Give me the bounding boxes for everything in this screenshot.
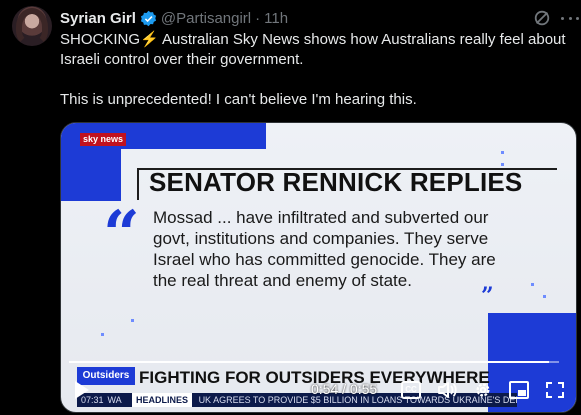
decor-dot (131, 319, 134, 322)
tweet-header: Syrian Girl @Partisangirl · 11h (60, 8, 288, 28)
more-icon[interactable] (561, 9, 579, 27)
decor-dot (501, 163, 504, 166)
tweet-text-line: SHOCKING⚡ Australian Sky News shows how … (60, 31, 566, 48)
video-headline: SENATOR RENNICK REPLIES (149, 167, 523, 197)
play-icon[interactable] (75, 381, 89, 399)
video-player[interactable]: sky news SENATOR RENNICK REPLIES “ Mossa… (60, 122, 577, 413)
timecode: 0:54 / 0:55 (311, 381, 378, 397)
decor-dot (101, 333, 104, 336)
graphic-block (121, 123, 266, 149)
sky-news-logo: sky news (80, 133, 127, 146)
author-handle[interactable]: @Partisangirl (161, 10, 251, 27)
tweet-text-line: This is unprecedented! I can't believe I… (60, 91, 417, 108)
gear-icon[interactable] (473, 381, 493, 399)
tweet-text: SHOCKING⚡ Australian Sky News shows how … (60, 30, 580, 110)
author-avatar[interactable] (12, 6, 52, 46)
decor-dot (531, 283, 534, 286)
timestamp[interactable]: 11h (264, 10, 288, 27)
progress-bar[interactable] (69, 361, 559, 363)
pip-icon[interactable] (509, 381, 529, 399)
progress-fill (69, 361, 550, 363)
decor-dot (501, 151, 504, 154)
video-controls: 0:54 / 0:55 CC (61, 375, 576, 411)
fullscreen-icon[interactable] (545, 381, 565, 399)
video-quote: Mossad ... have infiltrated and subverte… (153, 208, 496, 290)
tweet-text-line: Israeli control over their government. (60, 51, 304, 68)
author-name[interactable]: Syrian Girl (60, 10, 136, 27)
close-quote-icon: ” (481, 283, 494, 309)
open-quote-icon: “ (103, 197, 140, 272)
captions-icon[interactable]: CC (401, 381, 421, 399)
volume-icon[interactable] (437, 381, 457, 399)
verified-badge-icon (140, 10, 156, 26)
separator: · (255, 9, 261, 27)
grok-icon[interactable] (533, 9, 551, 27)
decor-dot (543, 295, 546, 298)
